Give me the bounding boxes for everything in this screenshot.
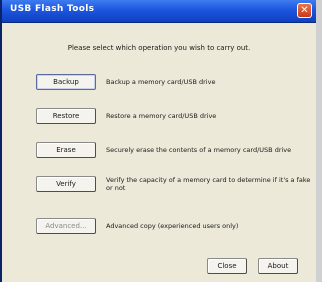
close-icon[interactable]: ✕ xyxy=(297,3,312,18)
verify-description: Verify the capacity of a memory card to … xyxy=(106,176,311,192)
instruction-text: Please select which operation you wish t… xyxy=(67,44,251,52)
backup-description: Backup a memory card/USB drive xyxy=(106,78,216,86)
close-button[interactable]: Close xyxy=(207,258,247,274)
about-button[interactable]: About xyxy=(258,258,298,274)
advanced-button[interactable]: Advanced... xyxy=(36,218,96,234)
verify-button[interactable]: Verify xyxy=(36,176,96,192)
background-strip xyxy=(316,0,322,282)
main-window: USB Flash Tools ✕ Please select which op… xyxy=(0,0,316,282)
backup-button[interactable]: Backup xyxy=(36,74,96,90)
advanced-description: Advanced copy (experienced users only) xyxy=(106,222,239,230)
erase-button[interactable]: Erase xyxy=(36,142,96,158)
window-title: USB Flash Tools xyxy=(10,4,95,14)
restore-button[interactable]: Restore xyxy=(36,108,96,124)
erase-description: Securely erase the contents of a memory … xyxy=(106,146,292,154)
restore-description: Restore a memory card/USB drive xyxy=(106,112,217,120)
title-bar[interactable]: USB Flash Tools ✕ xyxy=(2,0,316,23)
